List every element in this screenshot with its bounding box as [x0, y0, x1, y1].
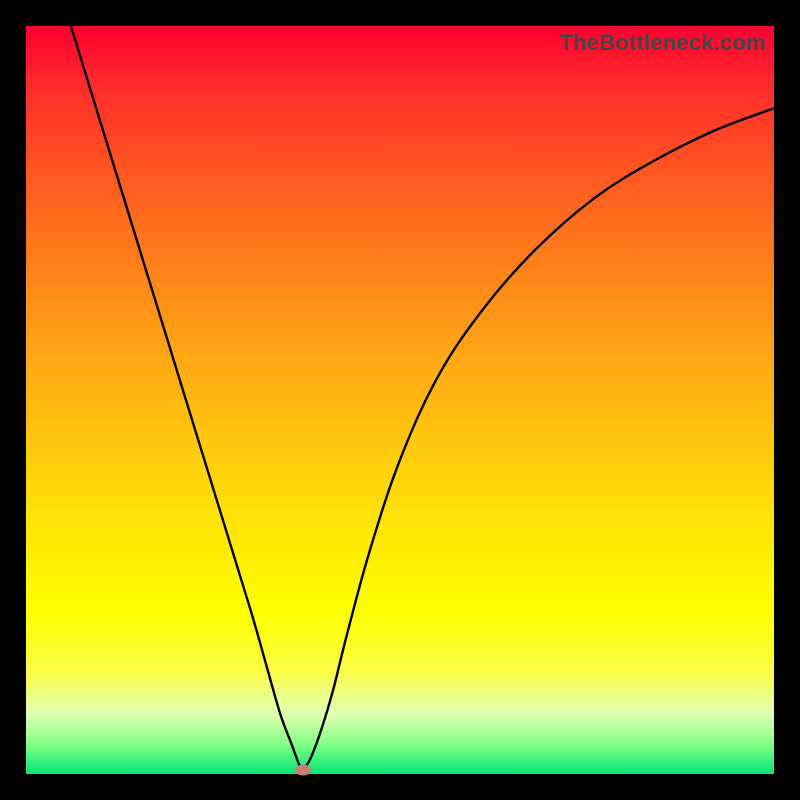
curve-svg	[26, 26, 774, 774]
curve-right-branch	[303, 108, 774, 769]
plot-area: TheBottleneck.com	[26, 26, 774, 774]
chart-container: TheBottleneck.com	[0, 0, 800, 800]
minimum-marker	[295, 764, 311, 775]
curve-left-branch	[71, 26, 303, 770]
